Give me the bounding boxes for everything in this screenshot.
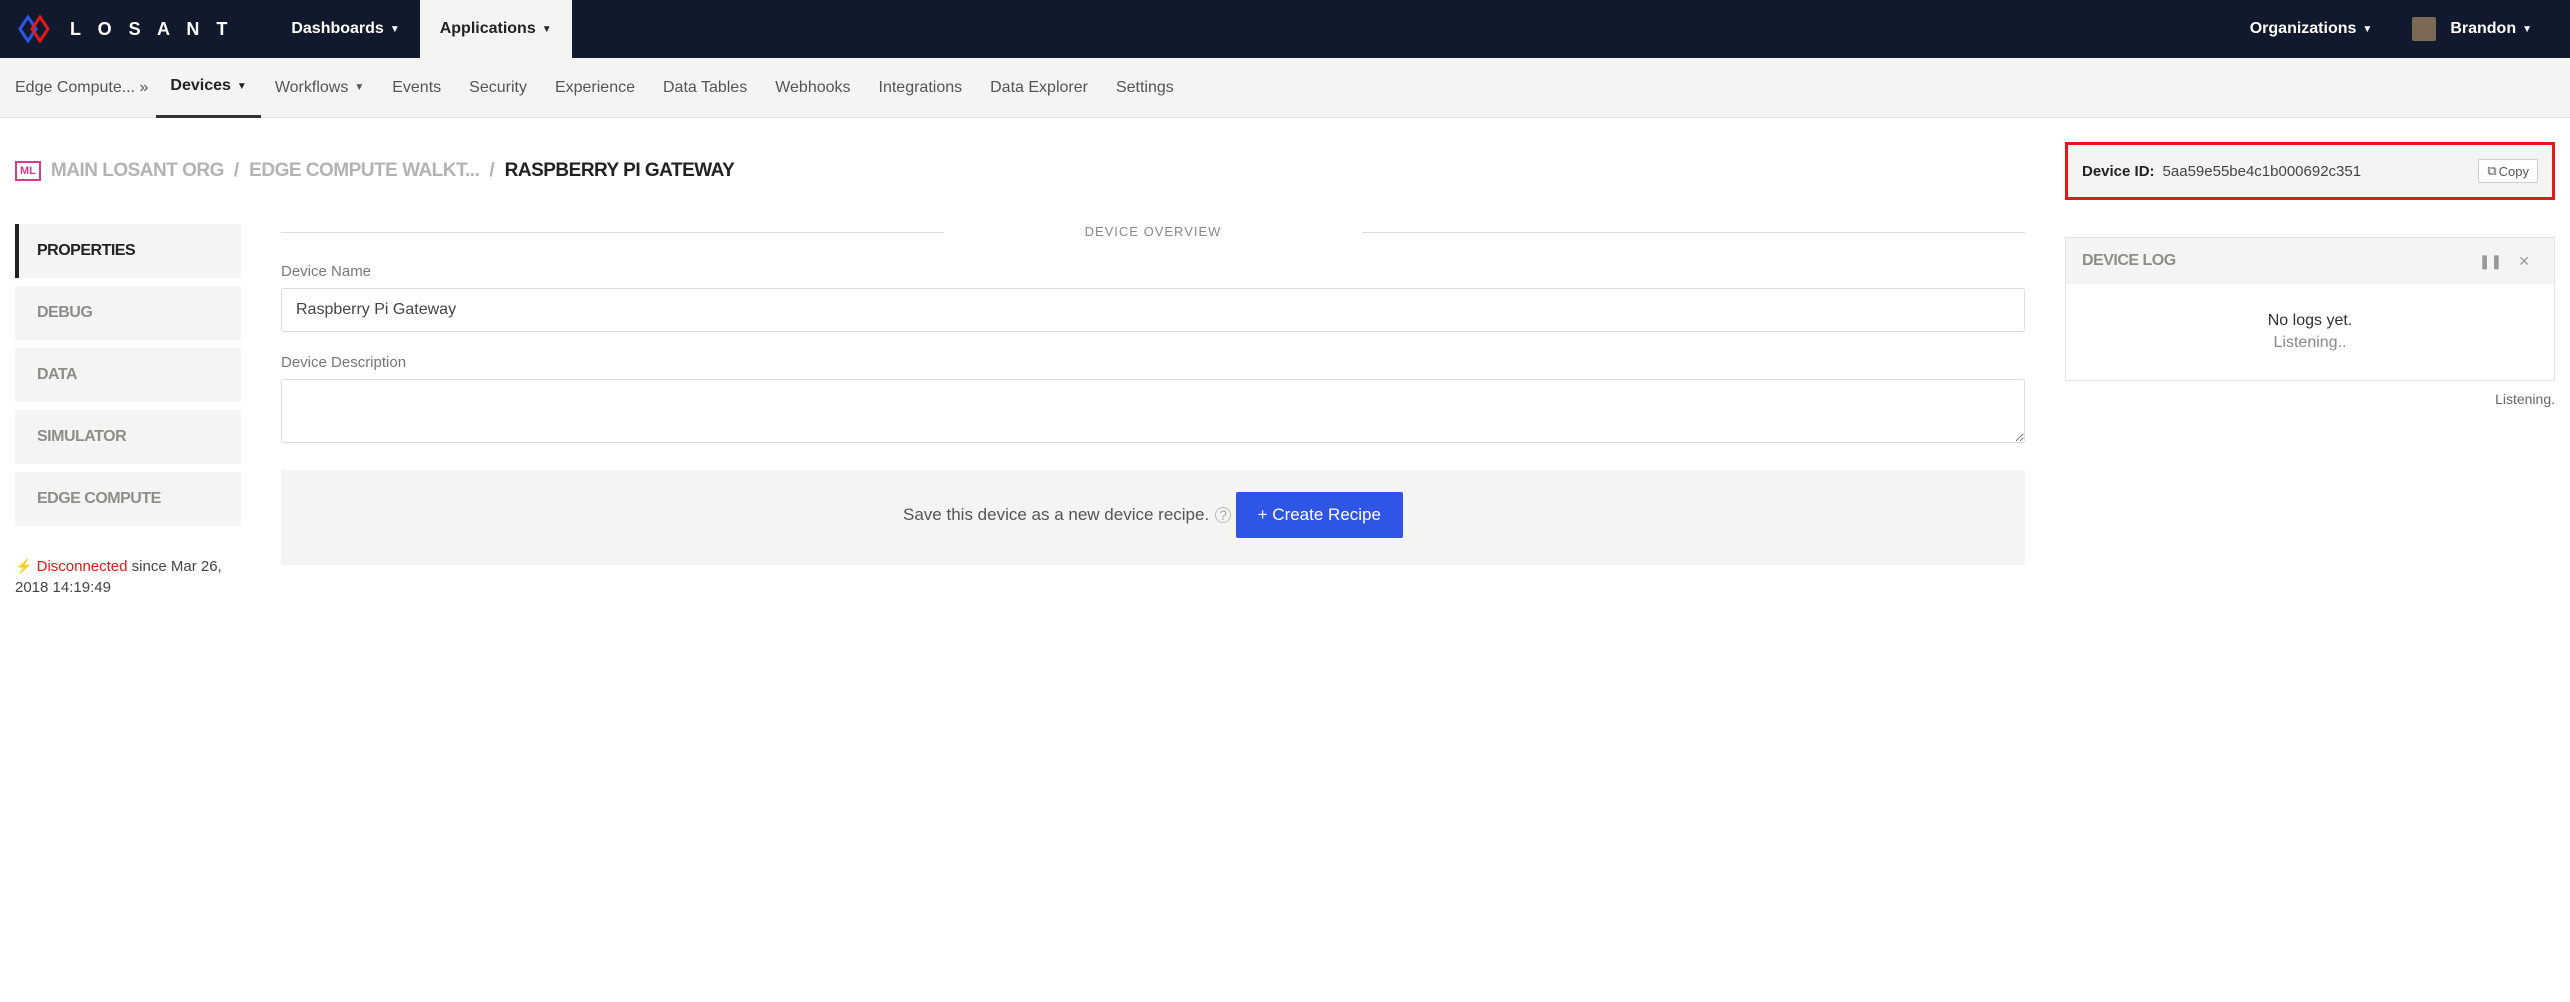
subnav-settings[interactable]: Settings [1102, 58, 1188, 118]
sub-nav: Edge Compute... » Devices ▼ Workflows ▼ … [0, 58, 2570, 118]
tab-edgecompute[interactable]: EDGE COMPUTE [15, 472, 241, 526]
recipe-text: Save this device as a new device recipe. [903, 505, 1209, 525]
subnav-security[interactable]: Security [455, 58, 541, 118]
subnav-events[interactable]: Events [378, 58, 455, 118]
status-state: Disconnected [37, 558, 128, 575]
nav-organizations[interactable]: Organizations ▼ [2230, 0, 2393, 58]
right-column: DEVICE LOG ❚❚ ✕ No logs yet. Listening..… [2065, 224, 2555, 407]
nav-dashboards-label: Dashboards [291, 20, 383, 38]
side-tabs: PROPERTIES DEBUG DATA SIMULATOR EDGE COM… [15, 224, 241, 598]
overview-panel: DEVICE OVERVIEW Device Name Device Descr… [281, 224, 2025, 565]
device-log-body: No logs yet. Listening.. [2066, 284, 2554, 380]
subnav-workflows-label: Workflows [275, 79, 349, 97]
breadcrumb-sep: / [489, 160, 494, 182]
breadcrumb-app[interactable]: EDGE COMPUTE WALKT... [249, 160, 479, 182]
caret-down-icon: ▼ [354, 82, 364, 93]
subnav-app-breadcrumb[interactable]: Edge Compute... » [15, 79, 156, 97]
recipe-box: Save this device as a new device recipe.… [281, 470, 2025, 565]
nav-dashboards[interactable]: Dashboards ▼ [271, 0, 419, 58]
tab-properties[interactable]: PROPERTIES [15, 224, 241, 278]
logo-icon [18, 15, 58, 43]
device-id-label: Device ID: [2082, 163, 2155, 180]
breadcrumb-device: RASPBERRY PI GATEWAY [505, 160, 735, 182]
nav-applications-label: Applications [440, 20, 536, 38]
connection-status: ⚡ Disconnected since Mar 26, 2018 14:19:… [15, 556, 241, 598]
device-log-header: DEVICE LOG ❚❚ ✕ [2066, 238, 2554, 284]
nav-organizations-label: Organizations [2250, 20, 2357, 38]
log-listening-text: Listening.. [2082, 334, 2538, 352]
caret-down-icon: ▼ [2522, 24, 2532, 35]
device-id-value: 5aa59e55be4c1b000692c351 [2163, 163, 2471, 180]
device-desc-input[interactable] [281, 379, 2025, 443]
close-icon[interactable]: ✕ [2510, 253, 2538, 270]
copy-icon: ⧉ [2487, 163, 2496, 179]
device-log-panel: DEVICE LOG ❚❚ ✕ No logs yet. Listening.. [2065, 237, 2555, 381]
nav-user-label: Brandon [2450, 20, 2516, 38]
pause-icon[interactable]: ❚❚ [2471, 253, 2510, 270]
device-name-label: Device Name [281, 263, 2025, 280]
subnav-datatables[interactable]: Data Tables [649, 58, 761, 118]
main-content: PROPERTIES DEBUG DATA SIMULATOR EDGE COM… [0, 200, 2570, 638]
device-log-title: DEVICE LOG [2082, 252, 2471, 270]
tab-data[interactable]: DATA [15, 348, 241, 402]
avatar [2412, 17, 2436, 41]
subnav-integrations[interactable]: Integrations [865, 58, 977, 118]
subnav-devices-label: Devices [170, 77, 231, 95]
copy-button[interactable]: ⧉Copy [2478, 159, 2538, 183]
subnav-webhooks[interactable]: Webhooks [761, 58, 864, 118]
caret-down-icon: ▼ [2362, 24, 2372, 35]
device-id-panel: Device ID: 5aa59e55be4c1b000692c351 ⧉Cop… [2065, 142, 2555, 200]
brand-text: L O S A N T [70, 19, 233, 40]
nav-user-menu[interactable]: Brandon ▼ [2392, 0, 2552, 58]
tab-debug[interactable]: DEBUG [15, 286, 241, 340]
caret-down-icon: ▼ [542, 24, 552, 35]
subnav-devices[interactable]: Devices ▼ [156, 58, 260, 118]
log-footer-status: Listening. [2065, 391, 2555, 407]
subnav-workflows[interactable]: Workflows ▼ [261, 58, 378, 118]
caret-down-icon: ▼ [237, 81, 247, 92]
breadcrumb-org[interactable]: MAIN LOSANT ORG [51, 160, 224, 182]
breadcrumb: ML MAIN LOSANT ORG / EDGE COMPUTE WALKT.… [15, 160, 734, 182]
copy-label: Copy [2499, 164, 2529, 179]
tab-simulator[interactable]: SIMULATOR [15, 410, 241, 464]
nav-applications[interactable]: Applications ▼ [420, 0, 572, 58]
device-name-input[interactable] [281, 288, 2025, 332]
org-badge: ML [15, 161, 41, 181]
recipe-text-row: Save this device as a new device recipe.… [903, 505, 1231, 525]
caret-down-icon: ▼ [390, 24, 400, 35]
page-header-row: ML MAIN LOSANT ORG / EDGE COMPUTE WALKT.… [0, 118, 2570, 200]
log-empty-text: No logs yet. [2082, 312, 2538, 330]
disconnected-icon: ⚡ [15, 558, 32, 574]
subnav-experience[interactable]: Experience [541, 58, 649, 118]
help-icon[interactable]: ? [1215, 507, 1231, 523]
device-desc-label: Device Description [281, 354, 2025, 371]
overview-title: DEVICE OVERVIEW [281, 224, 2025, 239]
brand-logo[interactable]: L O S A N T [18, 15, 233, 43]
create-recipe-button[interactable]: + Create Recipe [1236, 492, 1403, 538]
top-nav: L O S A N T Dashboards ▼ Applications ▼ … [0, 0, 2570, 58]
subnav-dataexplorer[interactable]: Data Explorer [976, 58, 1102, 118]
breadcrumb-sep: / [234, 160, 239, 182]
